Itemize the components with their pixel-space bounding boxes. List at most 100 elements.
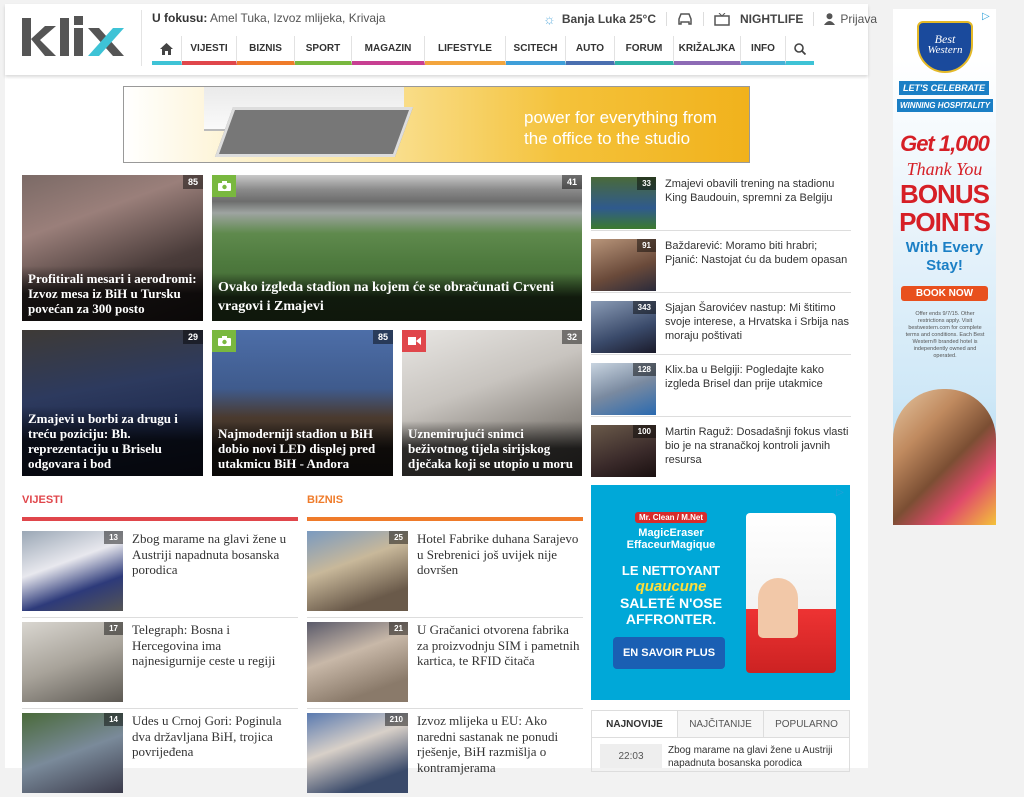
divider: [307, 617, 583, 618]
news-thumbnail: 21: [307, 622, 408, 702]
ad-brand-name: Mr. Clean / M.Net: [634, 512, 707, 523]
comment-count: 343: [632, 301, 656, 314]
video-icon: [402, 330, 426, 352]
news-title: Zbog marame na glavi žene u Austriji nap…: [668, 745, 833, 769]
nav-item-label: BIZNIS: [249, 43, 282, 54]
klix-logo[interactable]: [20, 12, 130, 62]
banner-ad[interactable]: power for everything from the office to …: [123, 86, 750, 163]
nav-item-label: FORUM: [625, 43, 663, 54]
story-title: Zmajevi u borbi za drugu i treću pozicij…: [22, 406, 203, 476]
nightlife-label: NIGHTLIFE: [740, 12, 804, 26]
section-news-item[interactable]: 14 Udes u Crnoj Gori: Poginula dva državl…: [22, 713, 298, 797]
nav-item-križaljka[interactable]: KRIŽALJKA: [674, 36, 741, 65]
comment-count: 29: [182, 330, 203, 344]
nav-item-label: INFO: [751, 43, 775, 54]
login-link[interactable]: Prijava: [824, 12, 877, 26]
section-news-item[interactable]: 13 Zbog marame na glavi žene u Austriji n…: [22, 531, 298, 615]
top-story-2[interactable]: 41 Ovako izgleda stadion na kojem će se …: [212, 175, 582, 321]
news-title: Klix.ba u Belgiji: Pogledajte kako izgle…: [665, 364, 824, 390]
latest-news-item[interactable]: 22:03 Zbog marame na glavi žene u Austri…: [591, 738, 850, 772]
adchoices-icon[interactable]: ▷: [836, 487, 848, 499]
nav-home[interactable]: [152, 36, 182, 65]
ad-ribbon-1: LET'S CELEBRATE: [899, 81, 989, 95]
side-news-item[interactable]: 100 Martin Raguž: Dosadašnji fokus vlasti…: [591, 423, 851, 479]
nav-item-biznis[interactable]: BIZNIS: [237, 36, 295, 65]
tab-najnovije[interactable]: NAJNOVIJE: [592, 711, 678, 737]
ad-fine-print: Offer ends 9/7/15. Other restrictions ap…: [905, 311, 985, 359]
search-icon: [794, 42, 806, 55]
comment-count: 17: [104, 622, 123, 635]
section-title-vijesti[interactable]: VIJESTI: [22, 494, 63, 506]
nav-item-vijesti[interactable]: VIJESTI: [182, 36, 237, 65]
section-news-item[interactable]: 210 Izvoz mlijeka u EU: Ako naredni sasta…: [307, 713, 583, 797]
section-news-item[interactable]: 21 U Gračanici otvorena fabrika za proizv…: [307, 622, 583, 706]
nav-item-magazin[interactable]: MAGAZIN: [352, 36, 425, 65]
weather-text: Banja Luka 25°C: [561, 12, 657, 26]
comment-count: 85: [372, 330, 393, 344]
section-news-item[interactable]: 17 Telegraph: Bosna i Hercegovina ima naj…: [22, 622, 298, 706]
top-story-3[interactable]: 29 Zmajevi u borbi za drugu i treću pozi…: [22, 330, 203, 476]
search-button[interactable]: [786, 36, 814, 65]
tab-najčitanije[interactable]: NAJČITANIJE: [678, 711, 764, 737]
nav-item-label: MAGAZIN: [364, 43, 412, 54]
comment-count: 210: [384, 713, 408, 726]
section-news-item[interactable]: 25 Hotel Fabrike duhana Sarajevo u Srebre…: [307, 531, 583, 615]
story-title: Najmoderniji stadion u BiH dobio novi LE…: [212, 421, 393, 476]
ad-cta-button[interactable]: EN SAVOIR PLUS: [613, 637, 725, 669]
comment-count: 13: [104, 531, 123, 544]
nav-item-sport[interactable]: SPORT: [295, 36, 352, 65]
comment-count: 41: [561, 175, 582, 189]
weather-widget[interactable]: ☼ Banja Luka 25°C: [543, 11, 656, 27]
book-now-label: BOOK NOW: [915, 288, 974, 299]
square-ad[interactable]: ▷ Mr. Clean / M.Net MagicEraser Effaceur…: [591, 485, 850, 700]
ad-book-now-button[interactable]: BOOK NOW: [901, 286, 988, 301]
focus-bar: U fokusu: Amel Tuka, Izvoz mlijeka, Kriv…: [152, 11, 385, 25]
top-story-4[interactable]: 85 Najmoderniji stadion u BiH dobio novi…: [212, 330, 393, 476]
news-title: Martin Raguž: Dosadašnji fokus vlasti bi…: [665, 426, 849, 466]
news-thumbnail: 91: [591, 239, 656, 291]
ad-bonus: BONUS: [900, 179, 990, 209]
adchoices-icon[interactable]: ▷: [982, 11, 994, 23]
nightlife-link[interactable]: NIGHTLIFE: [740, 12, 803, 26]
camera-icon: [212, 330, 236, 352]
comment-count: 85: [182, 175, 203, 189]
news-thumbnail: 210: [307, 713, 408, 793]
news-title: Zmajevi obavili trening na stadionu King…: [665, 178, 835, 204]
car-icon[interactable]: [677, 13, 693, 25]
side-news-item[interactable]: 343 Sjajan Šarovićev nastup: Mi štitimo s…: [591, 299, 851, 355]
nav-item-label: KRIŽALJKA: [678, 43, 736, 54]
ad-get-1000: Get 1,000: [900, 131, 990, 156]
focus-items[interactable]: Amel Tuka, Izvoz mlijeka, Krivaja: [210, 11, 385, 25]
side-news-item[interactable]: 91 Baždarević: Moramo biti hrabri; Pjanić…: [591, 237, 851, 293]
nav-item-forum[interactable]: FORUM: [615, 36, 674, 65]
ad-line-1: LE NETTOYANT: [621, 563, 721, 578]
focus-label: U fokusu:: [152, 11, 208, 25]
news-title: Zbog marame na glavi žene u Austriji nap…: [132, 531, 287, 577]
user-icon: [824, 13, 836, 25]
tv-icon[interactable]: [714, 12, 730, 26]
nav-item-scitech[interactable]: SCITECH: [506, 36, 566, 65]
ad-tablet-graphic: [214, 107, 414, 157]
nav-item-info[interactable]: INFO: [741, 36, 786, 65]
side-news-item[interactable]: 33 Zmajevi obavili trening na stadionu Ki…: [591, 175, 851, 231]
top-story-5[interactable]: 32 Uznemirujući snimci beživotnog tijela…: [402, 330, 582, 476]
ad-ribbon-2: WINNING HOSPITALITY: [897, 99, 993, 112]
skyscraper-ad[interactable]: ▷ Best Western LET'S CELEBRATE WINNING H…: [893, 9, 996, 525]
news-thumbnail: 343: [591, 301, 656, 353]
ad-points: POINTS: [899, 207, 991, 237]
ad-people-photo: [893, 389, 996, 525]
side-news-item[interactable]: 128 Klix.ba u Belgiji: Pogledajte kako iz…: [591, 361, 851, 417]
section-title-biznis[interactable]: BIZNIS: [307, 494, 343, 506]
ad-line-2: quaucune: [635, 578, 707, 595]
nav-item-lifestyle[interactable]: LIFESTYLE: [425, 36, 506, 65]
divider: [22, 708, 298, 709]
login-label: Prijava: [840, 12, 878, 26]
nav-item-auto[interactable]: AUTO: [566, 36, 615, 65]
divider: [307, 708, 583, 709]
top-story-1[interactable]: 85 Profitirali mesari i aerodromi: Izvoz…: [22, 175, 203, 321]
news-title: Izvoz mlijeka u EU: Ako naredni sastanak…: [417, 713, 559, 775]
comment-count: 25: [389, 531, 408, 544]
tab-popularno[interactable]: POPULARNO: [764, 711, 849, 737]
section-bar-biznis: [307, 517, 583, 521]
comment-count: 33: [637, 177, 656, 190]
